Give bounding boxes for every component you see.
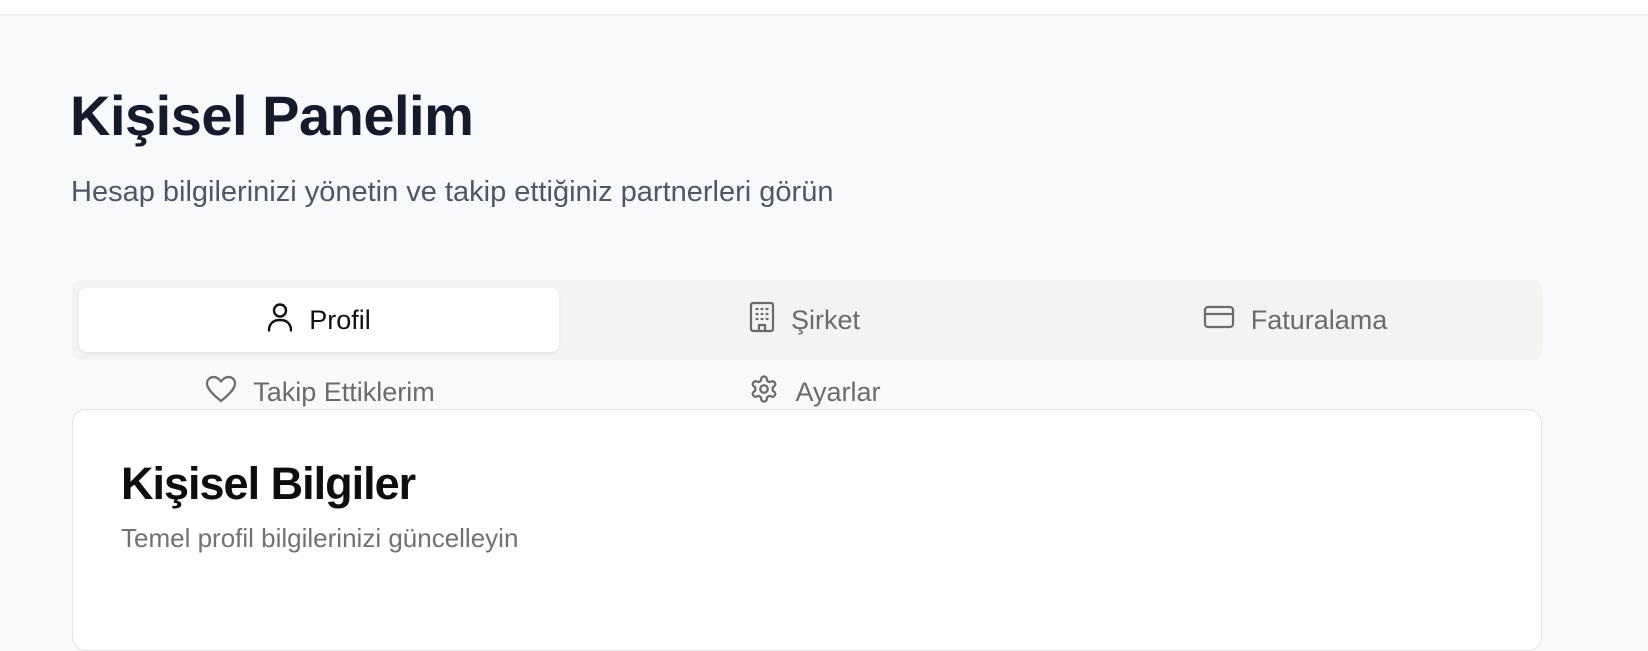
card-subtitle: Temel profil bilgilerinizi güncelleyin [121,523,519,553]
card-title: Kişisel Bilgiler [121,458,416,509]
heart-icon [205,374,237,411]
tab-label: Faturalama [1250,304,1388,335]
tab-faturalama[interactable]: Faturalama [1050,288,1540,352]
top-navbar [0,0,1648,15]
credit-card-icon [1203,304,1235,337]
tab-sirket[interactable]: Şirket [559,288,1050,352]
tab-label: Takip Ettiklerim [253,376,435,407]
tab-ayarlar[interactable]: Ayarlar [705,372,925,412]
tab-label: Şirket [790,304,861,335]
tab-label: Ayarlar [795,376,881,407]
tab-profil[interactable]: Profil [79,288,559,352]
building-icon [749,301,775,340]
page-title: Kişisel Panelim [70,84,474,147]
tab-takip-ettiklerim[interactable]: Takip Ettiklerim [155,372,485,412]
page-subtitle: Hesap bilgilerinizi yönetin ve takip ett… [71,176,834,208]
gear-icon [749,374,779,411]
tab-label: Profil [309,304,371,335]
user-icon [267,302,293,339]
